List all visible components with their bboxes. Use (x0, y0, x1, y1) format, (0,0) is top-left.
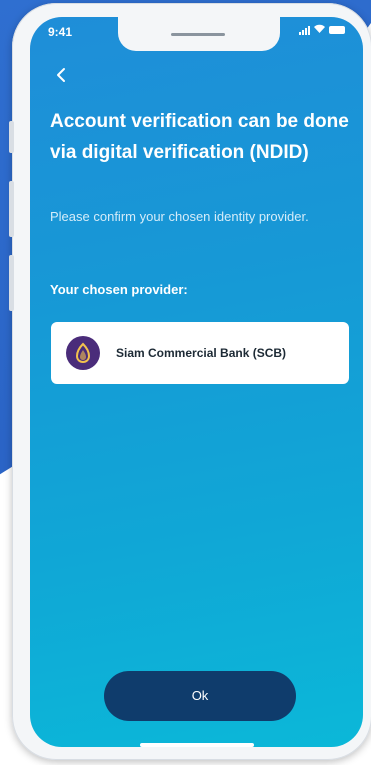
back-button[interactable] (50, 63, 74, 87)
speaker-grille (171, 33, 225, 36)
page-subtitle: Please confirm your chosen identity prov… (50, 209, 309, 224)
app-screen: 9:41 Account verification can be done vi… (30, 17, 363, 747)
home-indicator (140, 743, 254, 747)
status-time: 9:41 (48, 25, 73, 39)
wifi-icon (314, 24, 325, 36)
battery-icon (329, 26, 345, 34)
provider-card[interactable]: Siam Commercial Bank (SCB) (51, 322, 349, 384)
signal-icon (299, 25, 310, 35)
scb-logo-icon (66, 336, 100, 370)
ok-button[interactable]: Ok (104, 671, 296, 721)
provider-name: Siam Commercial Bank (SCB) (116, 346, 287, 360)
chevron-left-icon (57, 68, 65, 82)
phone-notch (118, 17, 280, 51)
phone-side-button (9, 255, 14, 311)
phone-side-button (9, 181, 14, 237)
page-title: Account verification can be done via dig… (50, 111, 349, 163)
phone-side-button (9, 121, 14, 153)
status-icons (299, 24, 345, 36)
provider-section-label: Your chosen provider: (50, 282, 188, 297)
